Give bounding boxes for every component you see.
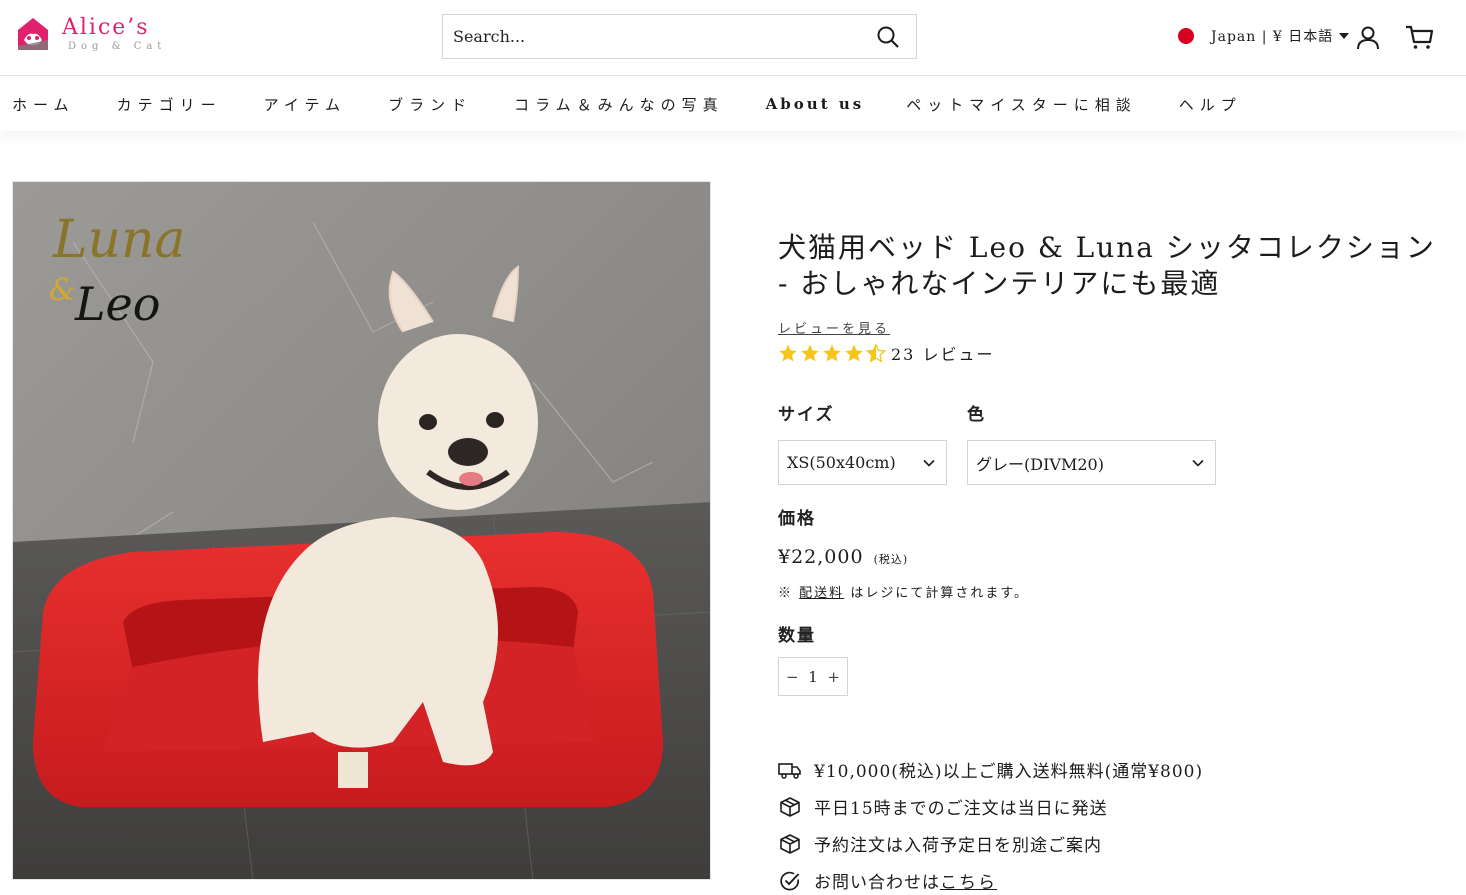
- product-rating[interactable]: 23 レビュー: [778, 341, 1448, 365]
- account-icon[interactable]: [1354, 24, 1382, 52]
- brand-logo[interactable]: Alice’s Dog & Cat: [16, 16, 166, 52]
- quantity-value[interactable]: 1: [808, 668, 818, 686]
- star-icon: [779, 344, 797, 362]
- price-value: ¥22,000: [778, 546, 864, 568]
- perk-same-day: 平日15時までのご注文は当日に発送: [778, 788, 1203, 825]
- chevron-down-icon: [923, 459, 935, 467]
- search-input[interactable]: [443, 15, 860, 58]
- nav-item-category[interactable]: カテゴリー: [117, 94, 222, 115]
- nav-item-column[interactable]: コラム＆みんなの写真: [514, 94, 724, 115]
- caret-down-icon: [1339, 33, 1350, 39]
- locale-selector[interactable]: Japan | ¥ 日本語: [1178, 26, 1350, 46]
- search-button[interactable]: [860, 15, 916, 58]
- package-icon: [778, 795, 802, 819]
- half-star-icon: [866, 343, 886, 363]
- review-count: 23 レビュー: [891, 345, 995, 364]
- search-bar: [442, 14, 917, 59]
- color-label: 色: [967, 405, 986, 425]
- perk-text: ¥10,000(税込)以上ご購入送料無料(通常¥800): [814, 762, 1204, 782]
- cart-icon[interactable]: [1404, 22, 1434, 52]
- star-rating: [778, 343, 888, 363]
- contact-link[interactable]: こちら: [940, 868, 997, 893]
- quantity-label: 数量: [778, 626, 816, 646]
- star-icon: [801, 344, 819, 362]
- quantity-stepper: − 1 +: [778, 657, 848, 696]
- image-logo-amp: &: [49, 273, 76, 308]
- nav-item-about[interactable]: About us: [766, 95, 865, 113]
- locale-label: Japan | ¥ 日本語: [1211, 29, 1334, 45]
- brand-name: Alice’s: [62, 14, 150, 40]
- chevron-down-icon: [1192, 459, 1204, 467]
- image-logo-leo: Leo: [74, 277, 160, 331]
- color-select[interactable]: グレー(DIVM20): [967, 440, 1216, 485]
- nav-item-brand[interactable]: ブランド: [388, 94, 472, 115]
- size-value: XS(50x40cm): [787, 453, 896, 472]
- product-photo-illustration: Luna & Leo: [13, 182, 710, 879]
- check-circle-icon: [778, 869, 802, 893]
- size-field: サイズ XS(50x40cm): [778, 400, 947, 485]
- shipping-note-suffix: はレジにて計算されます。: [850, 586, 1030, 601]
- star-icon: [823, 344, 841, 362]
- perk-text: 平日15時までのご注文は当日に発送: [814, 799, 1108, 819]
- product-title: 犬猫用ベッド Leo & Luna シッタコレクション - おしゃれなインテリア…: [778, 231, 1436, 300]
- size-select[interactable]: XS(50x40cm): [778, 440, 947, 485]
- nav-item-consult[interactable]: ペットマイスターに相談: [906, 94, 1137, 115]
- perk-free-shipping: ¥10,000(税込)以上ご購入送料無料(通常¥800): [778, 751, 1203, 788]
- perk-contact: お問い合わせは こちら: [778, 862, 1203, 895]
- truck-icon: [778, 758, 802, 782]
- perks-list: ¥10,000(税込)以上ご購入送料無料(通常¥800) 平日15時までのご注文…: [778, 751, 1203, 895]
- perk-text: お問い合わせは: [814, 873, 940, 893]
- star-icon: [845, 344, 863, 362]
- color-value: グレー(DIVM20): [976, 454, 1104, 474]
- brand-tagline: Dog & Cat: [68, 40, 167, 52]
- variant-selectors: サイズ XS(50x40cm) 色 グレー(DIVM20): [778, 400, 1216, 485]
- main-nav: ホーム カテゴリー アイテム ブランド コラム＆みんなの写真 About us …: [0, 77, 1466, 131]
- tax-note: (税込): [873, 553, 909, 566]
- site-header: Alice’s Dog & Cat Japan | ¥ 日本語: [0, 0, 1466, 76]
- house-paw-icon: [18, 18, 48, 50]
- package-icon: [778, 832, 802, 856]
- product-info: 犬猫用ベッド Leo & Luna シッタコレクション - おしゃれなインテリア…: [778, 230, 1448, 893]
- japan-flag-icon: [1178, 28, 1194, 44]
- size-label: サイズ: [778, 405, 835, 425]
- perk-preorder: 予約注文は入荷予定日を別途ご案内: [778, 825, 1203, 862]
- quantity-increase-button[interactable]: +: [827, 668, 840, 686]
- nav-item-items[interactable]: アイテム: [264, 94, 347, 115]
- price-label: 価格: [778, 509, 816, 529]
- perk-text: 予約注文は入荷予定日を別途ご案内: [814, 836, 1102, 856]
- search-icon: [877, 26, 899, 48]
- quantity-decrease-button[interactable]: −: [786, 668, 799, 686]
- shipping-note-prefix: ※: [778, 586, 794, 601]
- color-field: 色 グレー(DIVM20): [967, 400, 1216, 485]
- see-reviews-link[interactable]: レビューを見る: [778, 318, 890, 337]
- product-image[interactable]: Luna & Leo: [12, 181, 711, 880]
- nav-item-help[interactable]: ヘルプ: [1179, 94, 1242, 115]
- nav-item-home[interactable]: ホーム: [12, 94, 75, 115]
- shipping-fee-link[interactable]: 配送料: [799, 586, 844, 601]
- image-logo-luna: Luna: [52, 210, 186, 270]
- shipping-note: ※ 配送料 はレジにて計算されます。: [778, 582, 1029, 601]
- price: ¥22,000 (税込): [778, 546, 908, 568]
